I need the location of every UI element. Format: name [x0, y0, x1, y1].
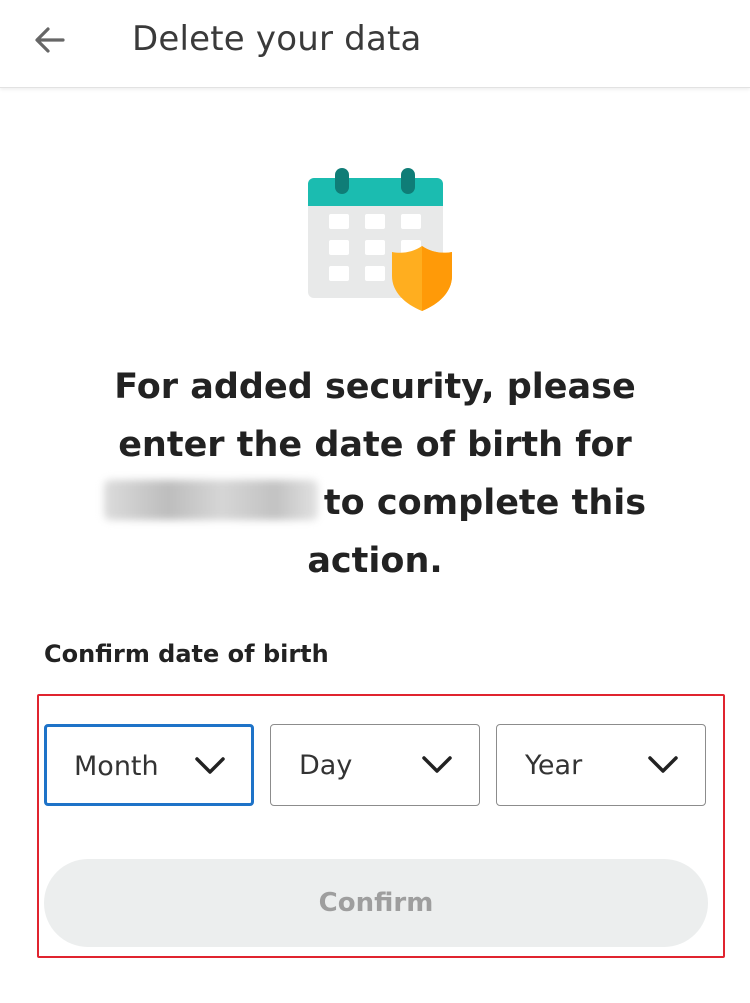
message-end: to complete this action.: [307, 483, 647, 581]
confirm-button[interactable]: Confirm: [44, 859, 708, 947]
year-select-value: Year: [525, 750, 583, 781]
calendar-shield-icon: [308, 168, 452, 311]
app-bar: Delete your data: [0, 0, 750, 88]
chevron-down-icon: [422, 756, 452, 773]
security-message: For added security, please enter the dat…: [60, 358, 690, 590]
page-title: Delete your data: [132, 19, 422, 59]
back-button[interactable]: [24, 14, 76, 66]
message-start: For added security, please enter the dat…: [114, 367, 636, 465]
year-select[interactable]: Year: [496, 724, 706, 806]
day-select[interactable]: Day: [270, 724, 480, 806]
chevron-down-icon: [195, 757, 225, 774]
day-select-value: Day: [299, 750, 353, 781]
dob-label: Confirm date of birth: [44, 640, 329, 668]
chevron-down-icon: [648, 756, 678, 773]
arrow-left-icon: [35, 27, 65, 53]
redacted-name: [103, 480, 318, 520]
month-select[interactable]: Month: [44, 724, 254, 806]
month-select-value: Month: [74, 751, 159, 782]
